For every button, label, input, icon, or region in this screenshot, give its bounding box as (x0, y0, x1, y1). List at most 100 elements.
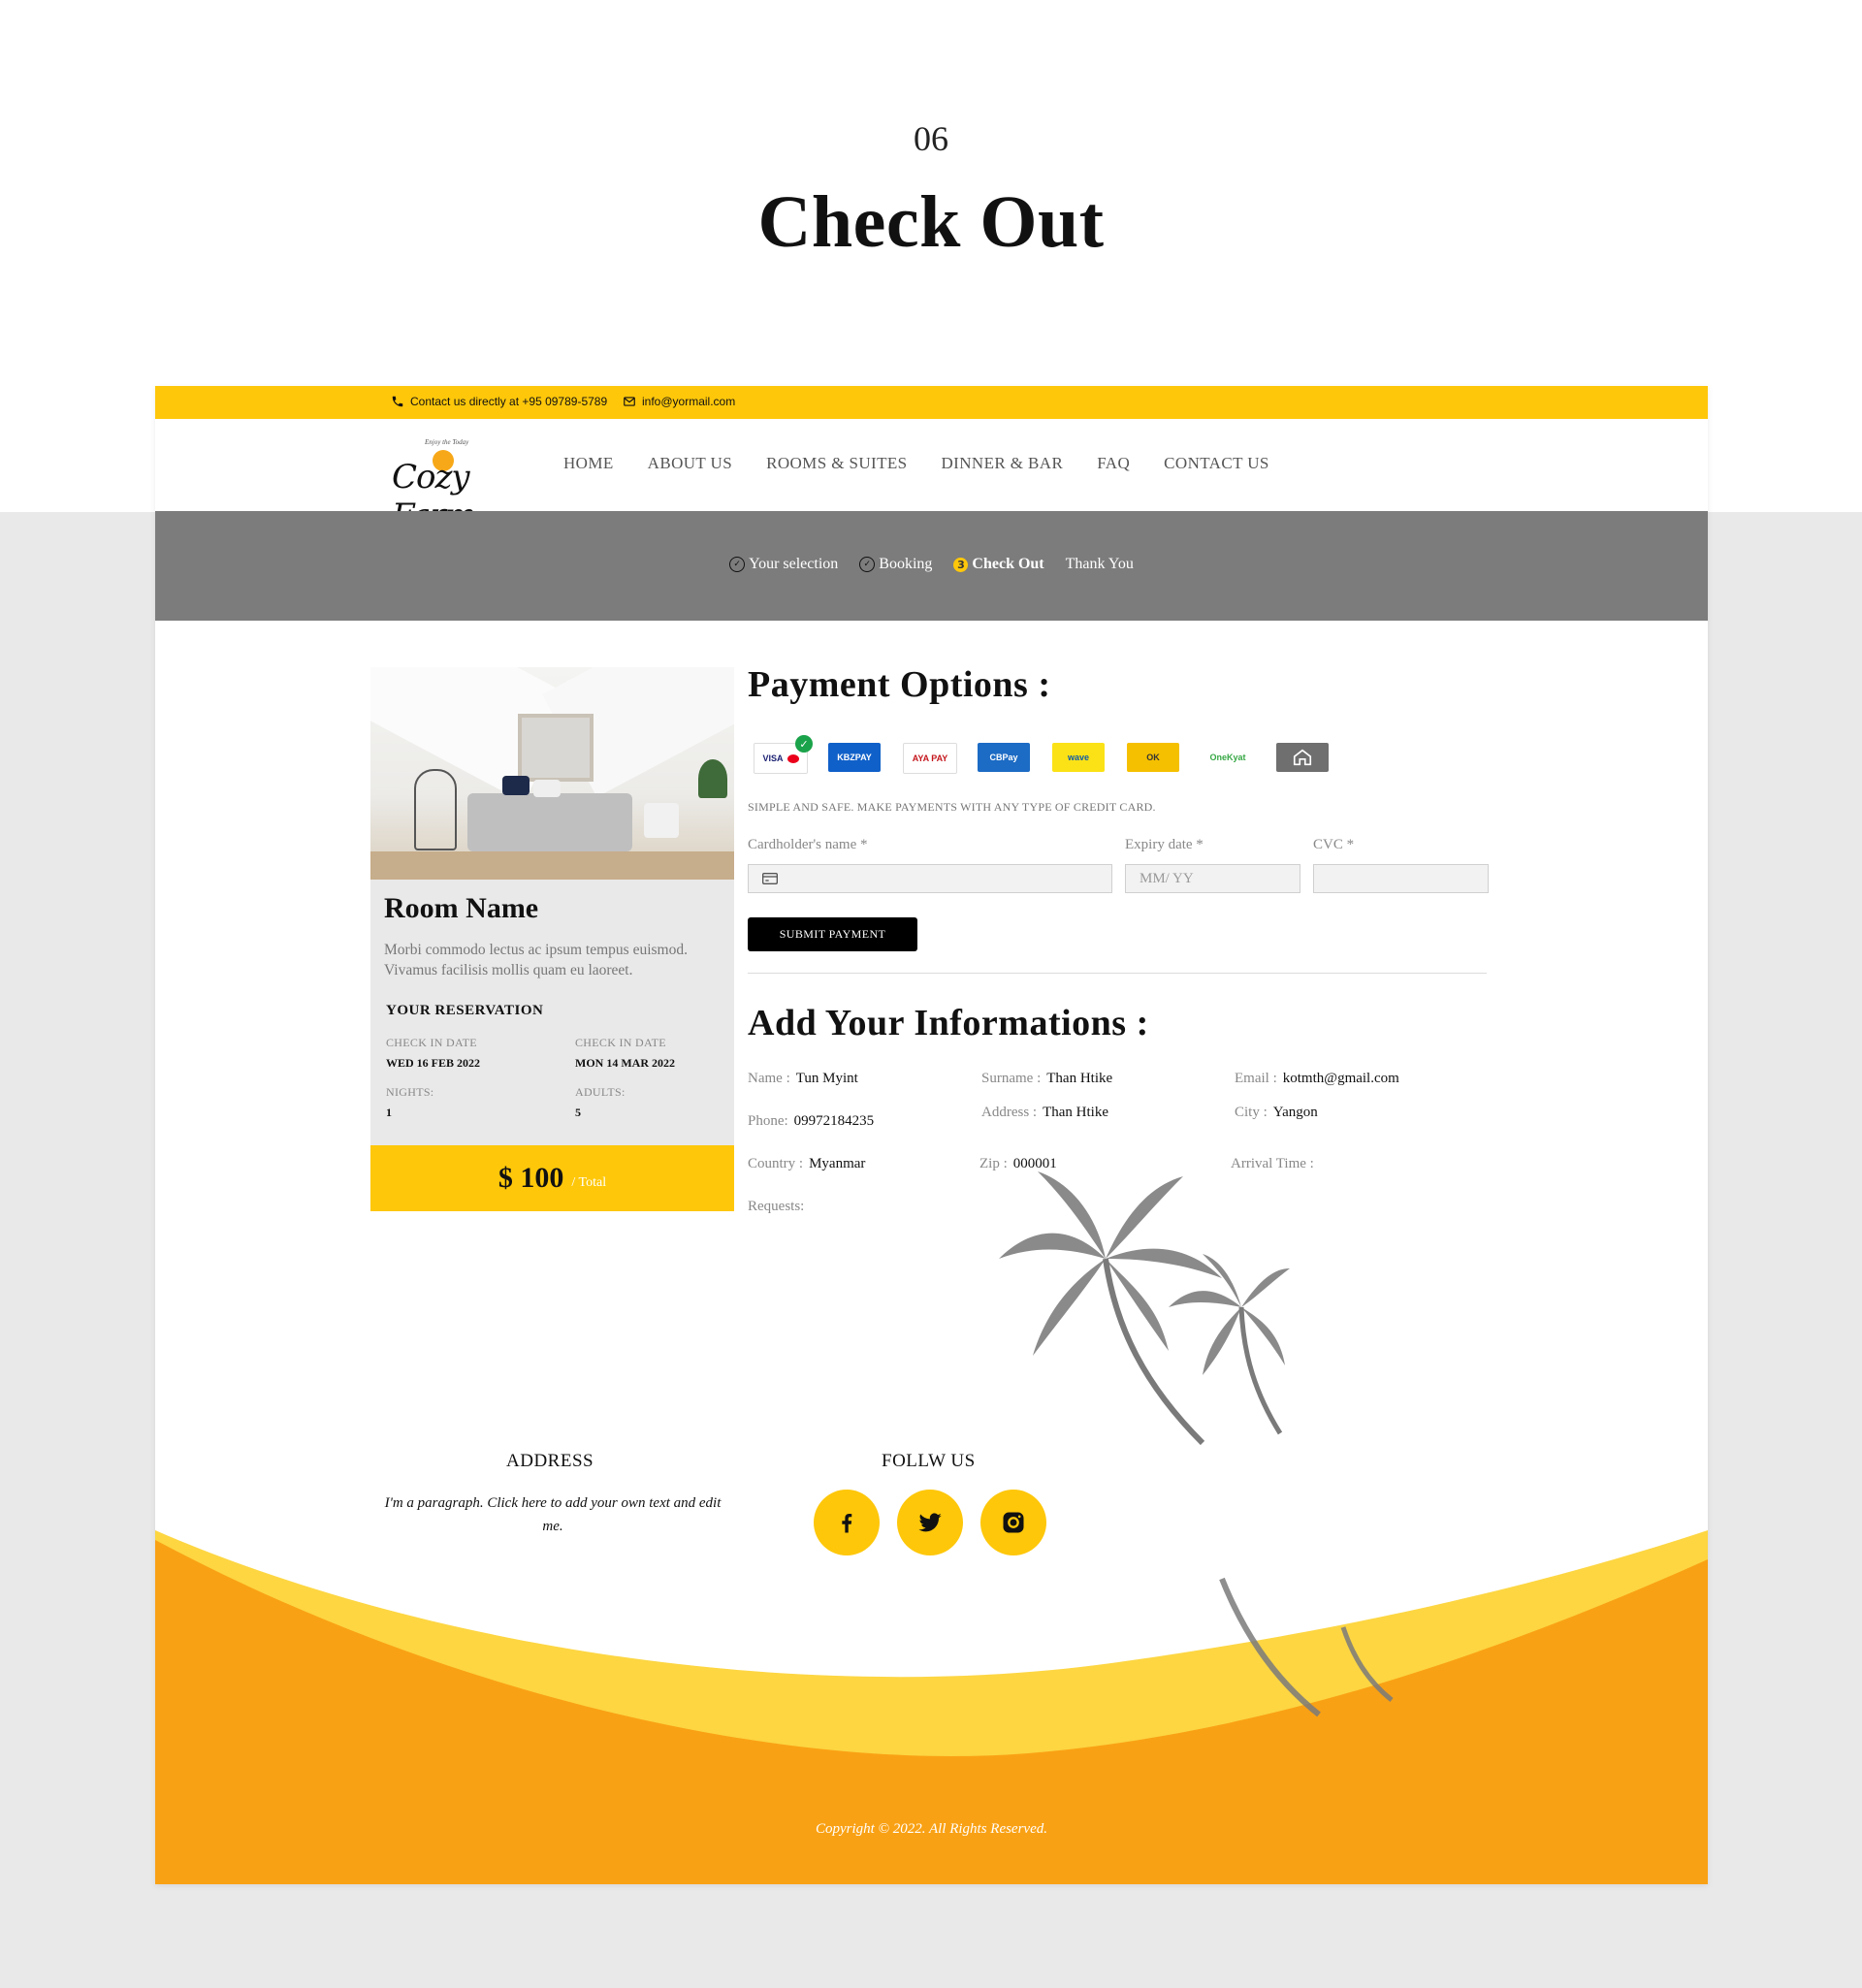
checkin-label: CHECK IN DATE (386, 1036, 477, 1049)
checkin-date: CHECK IN DATE WED 16 FEB 2022 (386, 1036, 480, 1071)
payment-ok[interactable]: OK (1127, 743, 1179, 772)
payment-label: AYA PAY (912, 754, 948, 763)
room-card: Room Name Morbi commodo lectus ac ipsum … (370, 667, 734, 1211)
room-photo (370, 667, 734, 880)
copyright: Copyright © 2022. All Rights Reserved. (815, 1821, 1047, 1837)
nav-item-dinner[interactable]: DINNER & BAR (942, 454, 1064, 473)
submit-payment-button[interactable]: SUBMIT PAYMENT (748, 917, 917, 951)
step-label: Your selection (749, 556, 839, 572)
section-number: 06 (914, 119, 948, 158)
payment-label: CBPay (989, 753, 1018, 762)
footer-address-title: ADDRESS (506, 1451, 594, 1471)
mail-icon (624, 397, 635, 406)
checkin-value: WED 16 FEB 2022 (386, 1056, 481, 1070)
info-city: City : Yangon (1235, 1105, 1318, 1121)
info-requests: Requests: (748, 1199, 804, 1215)
payment-label: VISA (762, 754, 784, 763)
palm-trees-icon (999, 1171, 1290, 1446)
divider (748, 973, 1487, 974)
payment-label: wave (1067, 753, 1090, 762)
info-label: Requests: (748, 1199, 805, 1214)
cardholder-label: Cardholder's name * (748, 837, 868, 852)
info-phone: Phone: 09972184235 (748, 1113, 874, 1130)
brand-logo[interactable]: Enjoy the Today Cozy Farm (392, 431, 508, 535)
payment-wave[interactable]: wave (1052, 743, 1105, 772)
twitter-icon (918, 1513, 942, 1532)
payment-title: Payment Options : (748, 664, 1051, 705)
payment-cbpay[interactable]: CBPay (978, 743, 1030, 772)
cardholder-input[interactable] (748, 864, 1112, 893)
nav-item-faq[interactable]: FAQ (1097, 454, 1130, 473)
expiry-input[interactable]: MM/ YY (1125, 864, 1300, 893)
payment-ayapay[interactable]: AYA PAY (903, 743, 957, 774)
nav-item-rooms[interactable]: ROOMS & SUITES (766, 454, 907, 473)
credit-card-icon (762, 873, 778, 884)
contact-phone[interactable]: Contact us directly at +95 09789-5789 (391, 395, 607, 408)
payment-onekyat[interactable]: OneKyat (1202, 743, 1254, 772)
twitter-button[interactable] (897, 1490, 963, 1555)
instagram-icon (1003, 1512, 1024, 1533)
info-value: Myanmar (809, 1156, 866, 1171)
expiry-placeholder: MM/ YY (1140, 870, 1194, 886)
checkout-value: MON 14 MAR 2022 (575, 1056, 675, 1070)
contact-email[interactable]: info@yormail.com (623, 395, 735, 408)
info-email: Email : kotmth@gmail.com (1235, 1071, 1399, 1087)
contact-phone-text: Contact us directly at +95 09789-5789 (410, 395, 608, 408)
brand-tagline: Enjoy the Today (425, 438, 469, 446)
info-country: Country : Myanmar (748, 1156, 865, 1172)
nav-item-home[interactable]: HOME (563, 454, 614, 473)
info-label: Address : (981, 1105, 1038, 1120)
footer-address-text: I'm a paragraph. Click here to add your … (384, 1495, 722, 1534)
nav-item-contact[interactable]: CONTACT US (1164, 454, 1269, 473)
selected-check-icon: ✓ (795, 735, 813, 753)
info-label: Phone: (748, 1113, 788, 1129)
nav-item-about[interactable]: ABOUT US (648, 454, 732, 473)
info-label: Email : (1235, 1071, 1277, 1086)
info-label: Surname : (981, 1071, 1042, 1086)
step-thank-you[interactable]: Thank You (1066, 556, 1134, 573)
facebook-button[interactable] (814, 1490, 880, 1555)
reservation-title: YOUR RESERVATION (386, 1003, 544, 1018)
adults-value: 5 (575, 1106, 581, 1119)
price-amount: $ 100 (498, 1162, 564, 1194)
check-circle-icon: ✓ (729, 557, 746, 572)
contact-email-text: info@yormail.com (642, 395, 736, 408)
info-surname: Surname : Than Htike (981, 1071, 1112, 1087)
info-label: Name : (748, 1071, 790, 1086)
step-checkout[interactable]: 3 Check Out (953, 556, 1044, 573)
step-label: Thank You (1065, 556, 1134, 572)
info-value: Than Htike (1046, 1071, 1113, 1086)
page-title: Check Out (757, 181, 1105, 263)
payment-label: KBZPAY (837, 753, 872, 762)
instagram-button[interactable] (980, 1490, 1046, 1555)
nights-value: 1 (386, 1106, 392, 1119)
room-name: Room Name (384, 892, 539, 924)
info-value: 09972184235 (793, 1113, 875, 1129)
price-total: $ 100 / Total (370, 1145, 734, 1211)
payment-kbzpay[interactable]: KBZPAY (828, 743, 881, 772)
step-label: Booking (879, 556, 933, 572)
nights: NIGHTS: 1 (386, 1085, 433, 1120)
main-navigation: Enjoy the Today Cozy Farm HOME ABOUT US … (155, 419, 1708, 535)
site-preview: Contact us directly at +95 09789-5789 in… (155, 386, 1708, 1884)
step-booking[interactable]: ✓ Booking (859, 556, 932, 573)
payment-note: SIMPLE AND SAFE. MAKE PAYMENTS WITH ANY … (748, 800, 1156, 814)
step-selection[interactable]: ✓ Your selection (729, 556, 838, 573)
cvc-input[interactable] (1313, 864, 1489, 893)
payment-label: OneKyat (1209, 753, 1246, 762)
expiry-label: Expiry date * (1125, 837, 1204, 852)
info-label: Country : (748, 1156, 804, 1171)
step-number-badge: 3 (953, 557, 969, 572)
footer-follow-title: FOLLW US (882, 1451, 976, 1471)
check-circle-icon: ✓ (859, 557, 876, 572)
nav-menu: HOME ABOUT US ROOMS & SUITES DINNER & BA… (563, 454, 1269, 473)
adults-label: ADULTS: (575, 1085, 626, 1099)
info-value: Yangon (1272, 1105, 1318, 1120)
info-name: Name : Tun Myint (748, 1071, 858, 1087)
room-description: Morbi commodo lectus ac ipsum tempus eui… (384, 942, 688, 978)
payment-home[interactable] (1276, 743, 1329, 772)
info-value: Than Htike (1043, 1105, 1108, 1120)
checkout-label: CHECK IN DATE (575, 1036, 666, 1049)
home-icon (1293, 749, 1312, 766)
info-title: Add Your Informations : (748, 1003, 1149, 1043)
